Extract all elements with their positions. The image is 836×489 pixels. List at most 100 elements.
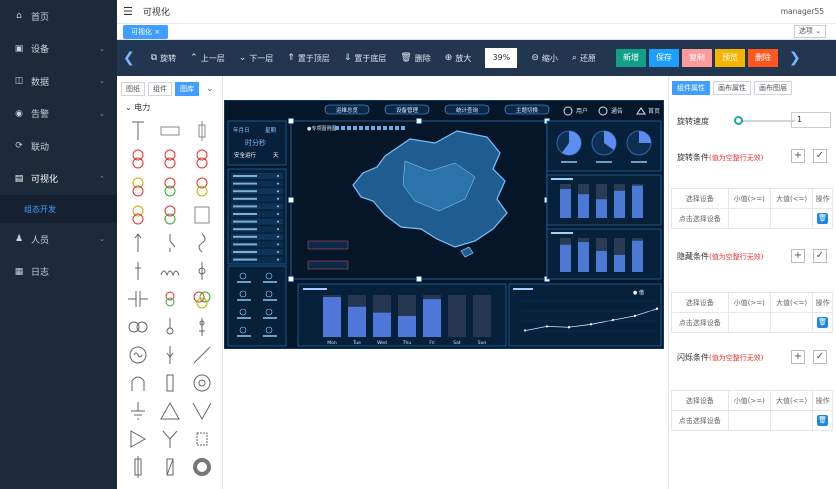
pick-device-cell[interactable]: 点击选择设备 [671,410,729,431]
copy-button[interactable]: 复制 [681,49,712,67]
power-symbol-icon[interactable] [122,117,154,145]
check-icon[interactable]: ✓ [813,350,827,364]
user-name[interactable]: manager55 [781,7,824,16]
rotate-button[interactable]: ⧉ 旋转 [151,53,176,64]
preview-button[interactable]: 预览 [714,49,745,67]
power-symbol-icon[interactable] [122,201,154,229]
power-symbol-icon[interactable] [186,229,218,257]
power-symbol-icon[interactable] [154,173,186,201]
power-symbol-icon[interactable] [186,173,218,201]
tab-canvas-props[interactable]: 画布属性 [713,81,751,95]
resize-handle[interactable] [288,197,294,203]
power-symbol-icon[interactable] [186,285,218,313]
send-bottom-button[interactable]: ⇓ 置于底层 [344,53,387,64]
speed-slider[interactable] [734,116,795,125]
dashboard-preview[interactable]: 运维总览 设备管理 统计查询 主题切换 用户 通告 首页 年月日 星期 时分秒 安全运… [224,100,664,349]
power-symbol-icon[interactable] [154,229,186,257]
power-symbol-icon[interactable] [154,201,186,229]
save-button[interactable]: 保存 [648,49,679,67]
resize-handle[interactable] [288,276,294,282]
reset-button[interactable]: ⌕ 还原 [572,53,596,64]
tab-visual[interactable]: 可视化 × [123,25,169,39]
tab-component-props[interactable]: 组件属性 [672,81,710,95]
speed-input[interactable]: 1 [791,112,831,128]
sidebar-item[interactable]: ♟ 人员 ⌄ [0,223,117,256]
power-symbol-icon[interactable] [186,397,218,425]
slider-handle[interactable] [734,116,743,125]
zoom-in-button[interactable]: ⊕ 放大 [445,53,472,64]
remove-button[interactable]: 删除 [747,49,778,67]
power-symbol-icon[interactable] [154,397,186,425]
power-symbol-icon[interactable] [154,369,186,397]
power-symbol-icon[interactable] [122,313,154,341]
pick-device-cell[interactable]: 点击选择设备 [671,312,729,333]
power-symbol-icon[interactable] [122,425,154,453]
resize-handle[interactable] [416,276,422,282]
next-arrow-icon[interactable]: ❯ [789,50,801,66]
sidebar-item[interactable]: ◉ 告警 ⌄ [0,98,117,131]
power-symbol-icon[interactable] [154,313,186,341]
power-symbol-icon[interactable] [122,257,154,285]
power-symbol-icon[interactable] [154,341,186,369]
sidebar-item[interactable]: ◫ 数据 ⌄ [0,65,117,98]
prev-arrow-icon[interactable]: ❮ [123,50,135,66]
power-symbol-icon[interactable] [186,257,218,285]
delete-icon[interactable]: 🗑 [817,213,829,224]
power-symbol-icon[interactable] [154,145,186,173]
resize-handle[interactable] [288,118,294,124]
sidebar-item[interactable]: ⌂ 首页 [0,0,117,33]
power-symbol-icon[interactable] [154,285,186,313]
delete-icon[interactable]: 🗑 [817,415,829,426]
check-icon[interactable]: ✓ [813,249,827,263]
layer-down-button[interactable]: ⌄ 下一层 [239,53,274,64]
power-symbol-icon[interactable] [122,453,154,481]
power-symbol-icon[interactable] [186,453,218,481]
bring-top-button[interactable]: ⇑ 置于顶层 [287,53,330,64]
power-symbol-icon[interactable] [122,229,154,257]
power-symbol-icon[interactable] [154,453,186,481]
sidebar-item[interactable]: ⟳ 联动 [0,130,117,163]
safe-label: 安全运行 [234,151,257,159]
power-symbol-icon[interactable] [186,117,218,145]
menu-toggle-icon[interactable]: ☰ [123,5,133,18]
power-symbol-icon[interactable] [122,397,154,425]
power-symbol-icon[interactable] [122,369,154,397]
tab-options-dropdown[interactable]: 选项 ⌄ [793,25,826,38]
sidebar-item[interactable]: ▣ 设备 ⌄ [0,33,117,66]
editor-canvas[interactable]: 运维总览 设备管理 统计查询 主题切换 用户 通告 首页 年月日 星期 时分秒 安全运… [223,76,668,489]
delete-icon[interactable]: 🗑 [817,317,829,328]
power-symbol-icon[interactable] [186,145,218,173]
sidebar-subitem[interactable]: 组态开发 [0,195,117,223]
power-symbol-icon[interactable] [186,201,218,229]
check-icon[interactable]: ✓ [813,149,827,163]
add-icon[interactable]: + [791,249,805,263]
power-symbol-icon[interactable] [122,341,154,369]
resize-handle[interactable] [416,118,422,124]
power-symbol-icon[interactable] [154,117,186,145]
new-button[interactable]: 新增 [615,49,646,67]
power-symbol-icon[interactable] [122,173,154,201]
add-icon[interactable]: + [791,149,805,163]
delete-button[interactable]: 🗑 删除 [400,53,430,64]
layer-up-button[interactable]: ⌃ 上一层 [190,53,225,64]
category-header[interactable]: ⌄ 电力 [117,96,222,115]
tab-components[interactable]: 组件 [148,82,172,96]
zoom-value[interactable]: 39% [485,48,518,68]
tab-gallery[interactable]: 图库 [175,82,199,96]
power-symbol-icon[interactable] [154,257,186,285]
power-symbol-icon[interactable] [186,369,218,397]
power-symbol-icon[interactable] [186,341,218,369]
chevron-down-icon[interactable]: ⌄ [206,84,214,94]
pick-device-cell[interactable]: 点击选择设备 [671,208,729,229]
sidebar-item[interactable]: ▤ 可视化 ⌃ [0,163,117,196]
tab-drawing[interactable]: 图纸 [121,82,145,96]
sidebar-item[interactable]: ▦ 日志 [0,256,117,289]
zoom-out-button[interactable]: ⊖ 缩小 [531,53,558,64]
power-symbol-icon[interactable] [154,425,186,453]
power-symbol-icon[interactable] [186,425,218,453]
add-icon[interactable]: + [791,350,805,364]
power-symbol-icon[interactable] [122,145,154,173]
power-symbol-icon[interactable] [186,313,218,341]
tab-canvas-layers[interactable]: 画布图层 [754,81,792,95]
power-symbol-icon[interactable] [122,285,154,313]
